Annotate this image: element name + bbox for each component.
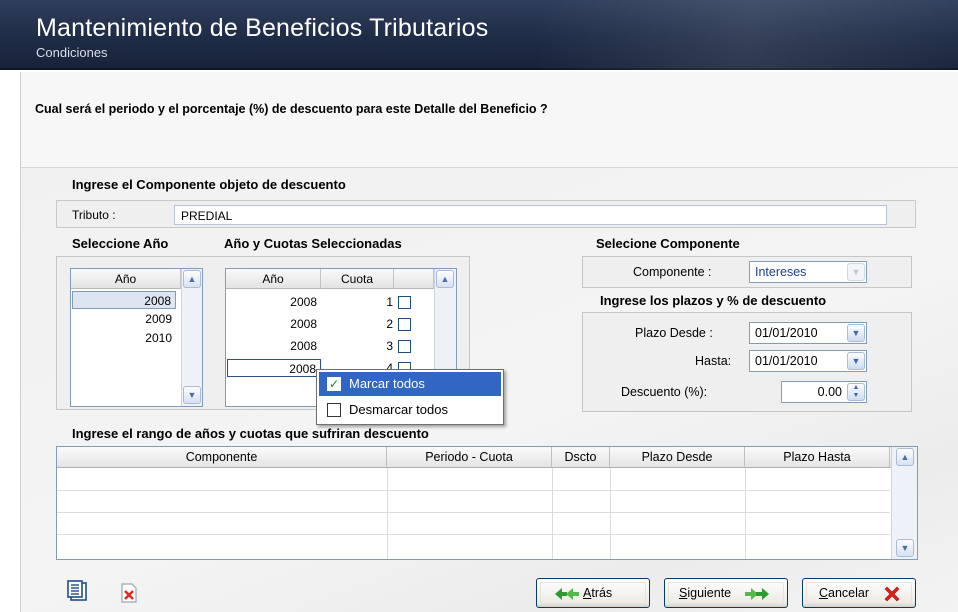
grid-col-plazo-hasta[interactable]: Plazo Hasta	[745, 447, 890, 468]
question-text: Cual será el periodo y el porcentaje (%)…	[35, 102, 548, 116]
cuota-row-anio: 2008	[290, 317, 317, 331]
cuota-checkbox[interactable]	[398, 318, 411, 331]
plazo-hasta-field[interactable]: 01/01/2010 ▼	[749, 350, 867, 372]
grid-col-plazo-desde[interactable]: Plazo Desde	[610, 447, 745, 468]
tributo-field[interactable]: PREDIAL	[174, 205, 887, 225]
tributo-label: Tributo :	[72, 208, 116, 222]
header-sheen	[538, 0, 958, 70]
componente-combo[interactable]: Intereses ▼	[749, 261, 867, 283]
page-title: Mantenimiento de Beneficios Tributarios	[36, 14, 489, 42]
chevron-down-icon[interactable]: ▼	[847, 324, 865, 342]
rango-section-title: Ingrese el rango de años y cuotas que su…	[72, 426, 429, 441]
atras-button[interactable]: Atrás	[536, 578, 650, 608]
componente-group: Componente : Intereses ▼	[582, 256, 912, 288]
menu-item-marcar-todos[interactable]: ✓ Marcar todos	[319, 372, 501, 396]
window-header: Mantenimiento de Beneficios Tributarios …	[0, 0, 958, 70]
componente-select-title: Selecione Componente	[596, 236, 740, 251]
chevron-down-icon[interactable]: ▼	[847, 263, 865, 281]
spin-icon[interactable]: ▲ ▼	[847, 383, 865, 401]
plazos-title: Ingrese los plazos y % de descuento	[600, 293, 827, 308]
grid-col-line	[745, 468, 746, 559]
menu-item-desmarcar-todos[interactable]: Desmarcar todos	[319, 398, 501, 422]
cuotas-cuota-header[interactable]: Cuota	[321, 269, 394, 289]
cuota-row-cuota: 1	[386, 295, 393, 309]
cuota-row-cuota: 3	[386, 339, 393, 353]
descuento-field[interactable]: 0.00 ▲ ▼	[781, 381, 867, 403]
page-subtitle: Condiciones	[36, 45, 108, 60]
cuota-row-cuota: 2	[386, 317, 393, 331]
anio-column-header[interactable]: Año	[71, 269, 181, 289]
cancel-x-icon	[884, 586, 900, 602]
chevron-up-icon[interactable]: ▲	[183, 270, 201, 288]
grid-row-line	[57, 490, 890, 491]
arrow-right-icon	[745, 588, 769, 600]
menu-item-label: Desmarcar todos	[349, 402, 448, 417]
grid-scrollbar[interactable]: ▲ ▼	[891, 447, 917, 559]
cuotas-check-header[interactable]	[394, 269, 434, 289]
cuotas-anio-header[interactable]: Año	[226, 269, 321, 289]
atras-label: Atrás	[583, 586, 613, 600]
siguiente-label: Siguiente	[679, 586, 732, 600]
plazo-desde-label: Plazo Desde :	[635, 326, 713, 340]
plazos-group: Plazo Desde : 01/01/2010 ▼ Hasta: 01/01/…	[582, 312, 912, 412]
arrow-left-icon	[555, 588, 579, 600]
cuota-row-anio: 2008	[290, 339, 317, 353]
grid-row-line	[57, 512, 890, 513]
plazo-desde-field[interactable]: 01/01/2010 ▼	[749, 322, 867, 344]
cuota-row-anio: 2008	[227, 359, 321, 377]
grid-col-line	[552, 468, 553, 559]
cuota-checkbox[interactable]	[398, 296, 411, 309]
componente-value: Intereses	[755, 265, 807, 279]
unchecked-box-icon	[327, 403, 341, 417]
grid-col-periodo[interactable]: Periodo - Cuota	[387, 447, 552, 468]
cancelar-label: Cancelar	[819, 586, 870, 600]
anio-section-title: Seleccione Año	[72, 236, 169, 251]
componente-section-title: Ingrese el Componente objeto de descuent…	[72, 177, 346, 192]
grid-col-dscto[interactable]: Dscto	[552, 447, 610, 468]
anio-scrollbar[interactable]: ▲ ▼	[181, 269, 202, 406]
cuota-checkbox[interactable]	[398, 340, 411, 353]
plazo-hasta-value: 01/01/2010	[755, 354, 818, 368]
question-panel: Cual será el periodo y el porcentaje (%)…	[20, 72, 958, 168]
chevron-up-icon[interactable]: ▲	[896, 448, 914, 466]
plazo-desde-value: 01/01/2010	[755, 326, 818, 340]
plazo-hasta-label: Hasta:	[695, 354, 732, 368]
chevron-up-icon[interactable]: ▲	[436, 270, 454, 288]
grid-col-line	[610, 468, 611, 559]
componente-label: Componente :	[633, 265, 712, 279]
rango-grid[interactable]: Componente Periodo - Cuota Dscto Plazo D…	[56, 446, 918, 560]
cuota-row-anio: 2008	[290, 295, 317, 309]
descuento-value: 0.00	[817, 385, 842, 399]
context-menu: ✓ Marcar todos Desmarcar todos	[316, 369, 504, 425]
grid-col-componente[interactable]: Componente	[57, 447, 387, 468]
check-icon: ✓	[327, 377, 341, 391]
cuotas-section-title: Año y Cuotas Seleccionadas	[224, 236, 402, 251]
descuento-label: Descuento (%):	[621, 385, 708, 399]
tributo-row: Tributo : PREDIAL	[56, 200, 916, 228]
chevron-down-icon[interactable]: ▼	[847, 352, 865, 370]
delete-icon[interactable]	[118, 582, 148, 608]
grid-row-line	[57, 534, 890, 535]
anio-list[interactable]: Año 2008 2009 2010 ▲ ▼	[70, 268, 203, 407]
menu-item-label: Marcar todos	[349, 376, 425, 391]
chevron-down-icon[interactable]: ▼	[183, 386, 201, 404]
siguiente-button[interactable]: Siguiente	[664, 578, 788, 608]
anio-item[interactable]: 2010	[72, 329, 176, 347]
cancelar-button[interactable]: Cancelar	[802, 578, 916, 608]
detail-view-icon[interactable]	[66, 580, 96, 606]
anio-item[interactable]: 2009	[72, 310, 176, 328]
grid-col-line	[387, 468, 388, 559]
chevron-down-icon[interactable]: ▼	[896, 539, 914, 557]
anio-item[interactable]: 2008	[72, 291, 176, 309]
